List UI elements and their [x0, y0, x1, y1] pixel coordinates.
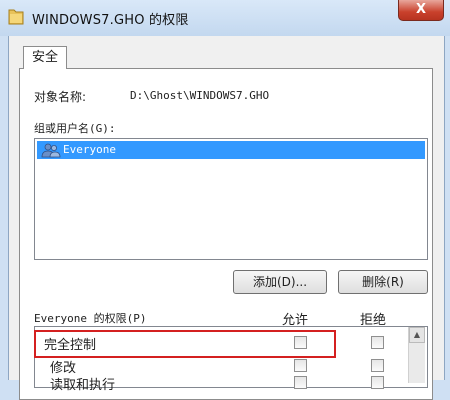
- window-title: WINDOWS7.GHO 的权限: [32, 13, 189, 28]
- permissions-label: Everyone 的权限(P): [34, 312, 147, 325]
- add-button[interactable]: 添加(D)...: [233, 270, 327, 294]
- deny-checkbox[interactable]: [371, 376, 384, 389]
- object-name-label: 对象名称:: [34, 90, 87, 104]
- allow-checkbox[interactable]: [294, 376, 307, 389]
- tab-security[interactable]: 安全: [23, 46, 67, 69]
- allow-checkbox[interactable]: [294, 336, 307, 349]
- permission-name: 读取和执行: [50, 378, 116, 393]
- deny-checkbox[interactable]: [371, 336, 384, 349]
- list-item-everyone[interactable]: Everyone: [37, 141, 425, 159]
- permission-name: 完全控制: [44, 338, 97, 353]
- deny-checkbox[interactable]: [371, 359, 384, 372]
- title-bar: WINDOWS7.GHO 的权限 X: [0, 0, 450, 36]
- remove-button[interactable]: 删除(R): [338, 270, 428, 294]
- folder-icon: [8, 9, 24, 25]
- object-name-value: D:\Ghost\WINDOWS7.GHO: [130, 89, 270, 102]
- scroll-up-arrow-icon[interactable]: ▲: [409, 327, 425, 343]
- users-icon: [41, 143, 61, 158]
- close-button[interactable]: X: [398, 0, 444, 21]
- groups-label: 组或用户名(G):: [34, 122, 116, 135]
- list-item-label: Everyone: [63, 143, 116, 156]
- allow-checkbox[interactable]: [294, 359, 307, 372]
- permissions-scrollbar[interactable]: ▲: [408, 327, 425, 383]
- group-user-list[interactable]: Everyone: [34, 138, 428, 260]
